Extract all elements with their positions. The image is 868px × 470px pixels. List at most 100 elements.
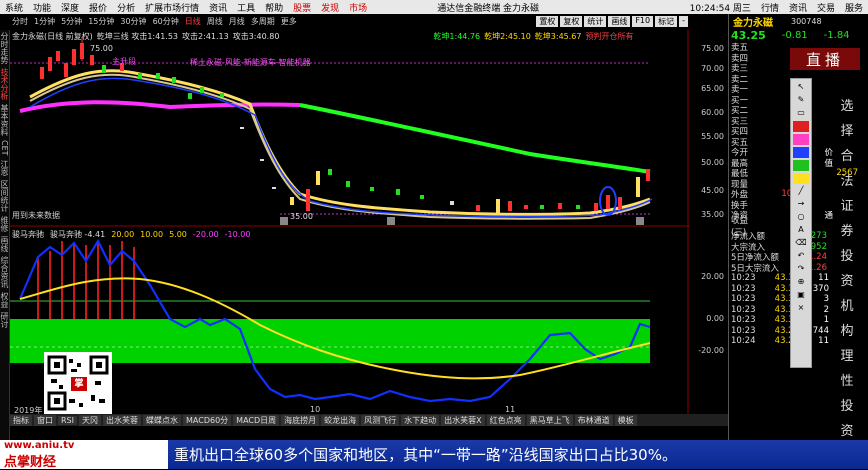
indicator-tab[interactable]: RSI (58, 415, 77, 425)
period-tab-active[interactable]: 日线 (185, 16, 201, 27)
indicator-tab[interactable]: 天冈 (79, 414, 101, 426)
left-tab[interactable]: 技术分析 (0, 68, 9, 100)
toolbar-button[interactable]: F10 (632, 16, 654, 27)
eraser-icon[interactable]: ⌫ (793, 237, 809, 248)
indicator-tab[interactable]: 蝶蝶点水 (143, 414, 181, 426)
redo-icon[interactable]: ↷ (793, 263, 809, 274)
toolbar-button[interactable]: 置权 (536, 16, 559, 27)
menu-item[interactable]: 功能 (28, 1, 56, 14)
save-icon[interactable]: ▣ (793, 289, 809, 300)
left-tab[interactable]: 画线 (0, 236, 9, 252)
period-tab[interactable]: 5分钟 (61, 16, 82, 27)
indicator-tab[interactable]: 出水芙蓉X (441, 414, 485, 426)
indicator-tab[interactable]: 红色点亮 (486, 414, 525, 426)
indicator-tab[interactable]: 海底捞月 (281, 414, 320, 426)
menu-item[interactable]: 扩展市场行情 (140, 1, 204, 14)
indicator-value: 乾坤三线 攻击1:41.53 (96, 31, 179, 41)
marker-icon (387, 217, 395, 225)
left-tab[interactable]: 研讨 (0, 312, 9, 328)
news-ticker: www.aniu.tv 点掌财经 重机出口全球60多个国家和地区，其中“一带一路… (0, 440, 868, 470)
color-swatch-green[interactable] (793, 159, 809, 171)
period-tab[interactable]: 60分钟 (153, 16, 179, 27)
axis-tick: 35.00 (701, 210, 724, 219)
menu-bar: 系统 功能 深度 报价 分析 扩展市场行情 资讯 工具 帮助 股票 发现 市场 … (0, 0, 868, 14)
pointer-icon[interactable]: ↖ (793, 81, 809, 92)
menu-item[interactable]: 帮助 (260, 1, 288, 14)
period-toolbar: 分时 1分钟 5分钟 15分钟 30分钟 60分钟 日线 周线 月线 多周期 更… (10, 15, 688, 28)
rect-icon[interactable]: ▭ (793, 107, 809, 118)
indicator-tab[interactable]: 蛟龙出海 (321, 414, 360, 426)
period-tab[interactable]: 分时 (12, 16, 28, 27)
menu-item[interactable]: 发现 (316, 1, 344, 14)
toolbar-button[interactable]: 标记 (655, 16, 678, 27)
menu-item[interactable]: 工具 (232, 1, 260, 14)
right-menu-item[interactable]: 资讯 (784, 1, 812, 14)
toolbar-button[interactable]: 统计 (584, 16, 607, 27)
indicator-tab[interactable]: 出水芙蓉 (103, 414, 141, 426)
menu-item[interactable]: 深度 (56, 1, 84, 14)
indicator-tab[interactable]: 窗口 (34, 414, 56, 426)
toolbar-button[interactable]: 复权 (560, 16, 583, 27)
left-tab[interactable]: 区间统计 (0, 180, 9, 212)
close-icon[interactable]: × (793, 302, 809, 313)
menu-item[interactable]: 股票 (288, 1, 316, 14)
color-swatch-red[interactable] (793, 120, 809, 132)
left-tab[interactable]: 分时走势 (0, 32, 9, 64)
quote-price-row: 43.25 -0.81 -1.84 (729, 28, 868, 42)
caption-char: 性 (840, 374, 854, 389)
sub-indicator-value: 骏马奔驰 -4.41 (50, 229, 106, 239)
indicator-tab[interactable]: 黑马草上飞 (526, 414, 573, 426)
left-tab[interactable]: 维修 (0, 216, 9, 232)
vertical-caption: 选 择 合 法 证 券 投 资 机 构 理 性 投 资 (838, 95, 856, 439)
right-menu-item[interactable]: 服务 (840, 1, 868, 14)
period-tab[interactable]: 月线 (229, 16, 245, 27)
right-menu-item[interactable]: 行情 (756, 1, 784, 14)
tick-time: 10:23 (731, 315, 756, 326)
indicator-tab[interactable]: 风测飞行 (361, 414, 400, 426)
indicator-value: 乾坤2:45.10 (484, 31, 531, 41)
kline-chart[interactable] (10, 29, 690, 414)
zoom-icon[interactable]: ⊕ (793, 276, 809, 287)
left-tab[interactable]: CET (0, 140, 9, 156)
live-badge: 直播 (790, 48, 860, 70)
period-tab[interactable]: 多周期 (251, 16, 275, 27)
indicator-tab[interactable]: 布林通道 (574, 414, 613, 426)
period-tab[interactable]: 30分钟 (120, 16, 146, 27)
right-menu-item[interactable]: 交易 (812, 1, 840, 14)
color-swatch-pink[interactable] (793, 133, 809, 145)
period-tab[interactable]: 周线 (207, 16, 223, 27)
undo-icon[interactable]: ↶ (793, 250, 809, 261)
indicator-tab[interactable]: 模板 (614, 414, 637, 426)
left-tab[interactable]: 江恩 (0, 160, 9, 176)
menu-item[interactable]: 分析 (112, 1, 140, 14)
period-tab[interactable]: 15分钟 (88, 16, 114, 27)
indicator-tab[interactable]: 指标 (10, 414, 32, 426)
period-tab[interactable]: 更多 (281, 16, 297, 27)
caption-char: 合 (840, 149, 854, 164)
chart-stock-label: 金力永磁(日线 前复权) (12, 31, 93, 41)
price-change: -0.81 (781, 29, 808, 41)
indicator-value: 攻击2:41.13 (182, 31, 229, 41)
toolbar-button[interactable]: 画线 (608, 16, 631, 27)
color-swatch-yellow[interactable] (793, 172, 809, 184)
left-tab[interactable]: 权益 (0, 292, 9, 308)
qr-logo-icon: 掌 (71, 377, 87, 391)
pen-icon[interactable]: ✎ (793, 94, 809, 105)
period-tab[interactable]: 1分钟 (34, 16, 55, 27)
color-swatch-blue[interactable] (793, 146, 809, 158)
menu-item[interactable]: 系统 (0, 1, 28, 14)
line-icon[interactable]: ╱ (793, 185, 809, 196)
menu-item[interactable]: 报价 (84, 1, 112, 14)
tick-time: 10:23 (731, 325, 756, 336)
circle-icon[interactable]: ○ (793, 211, 809, 222)
arrow-icon[interactable]: → (793, 198, 809, 209)
indicator-tab[interactable]: MACD60分 (183, 414, 232, 426)
menu-item[interactable]: 资讯 (204, 1, 232, 14)
menu-item[interactable]: 市场 (344, 1, 372, 14)
left-tab[interactable]: 基本资料 (0, 104, 9, 136)
text-icon[interactable]: A (793, 224, 809, 235)
left-tab[interactable]: 综合资讯 (0, 256, 9, 288)
indicator-tab[interactable]: MACD日周 (233, 414, 280, 426)
indicator-tab[interactable]: 水下趋动 (401, 414, 440, 426)
toolbar-button[interactable]: - (679, 16, 688, 27)
